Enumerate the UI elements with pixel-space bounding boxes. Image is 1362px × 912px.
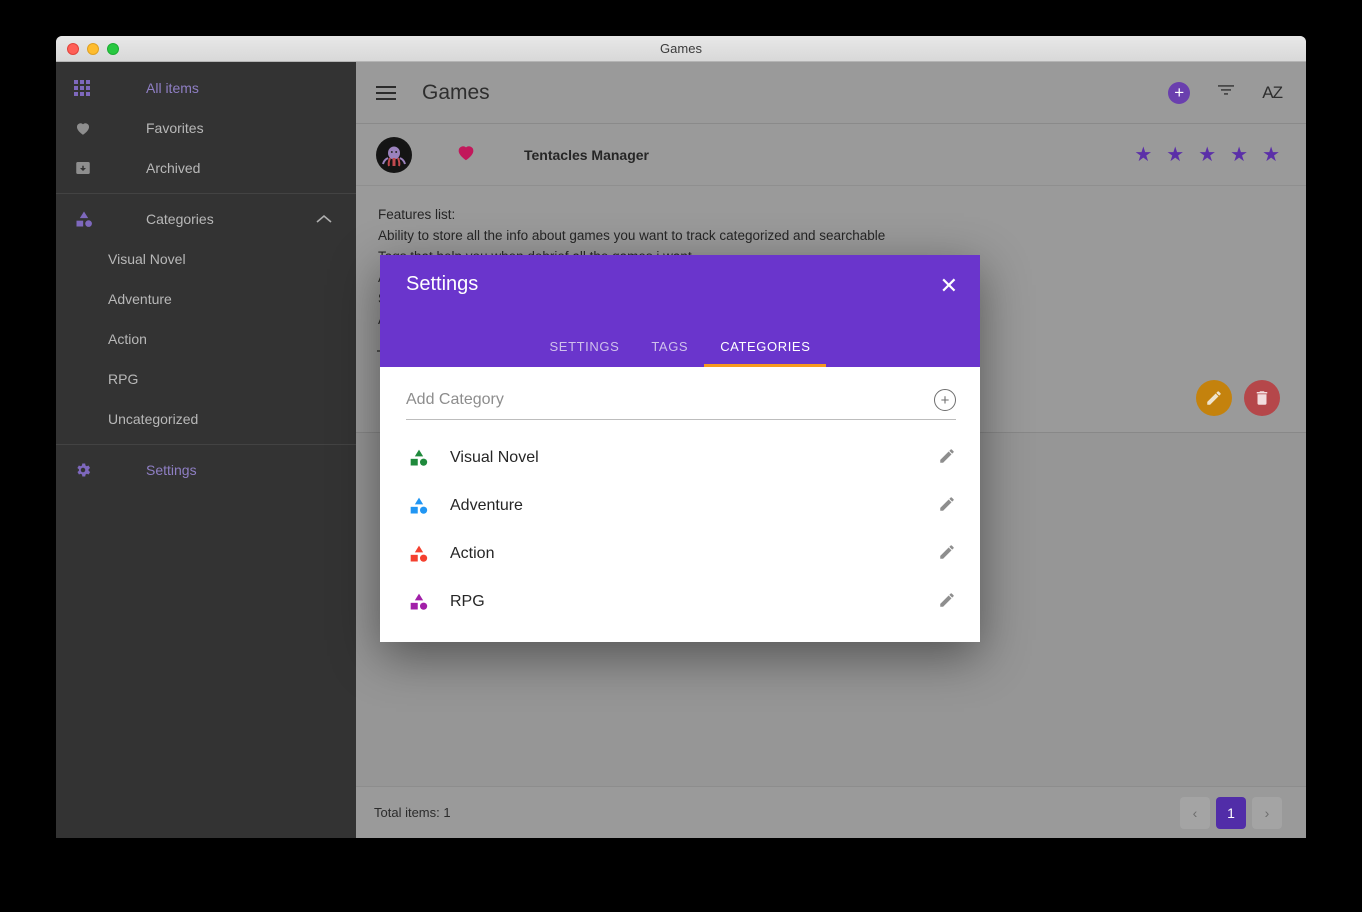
category-label: Adventure <box>450 497 523 514</box>
heart-icon <box>74 116 108 140</box>
pencil-icon[interactable] <box>938 495 956 518</box>
window-title: Games <box>660 41 702 56</box>
modal-tabs: SETTINGS TAGS CATEGORIES <box>380 339 980 367</box>
add-category-row: + <box>406 389 956 420</box>
shapes-icon <box>74 207 108 231</box>
octopus-avatar <box>376 136 412 173</box>
pagination: ‹ 1 › <box>1180 796 1282 829</box>
page-title: Games <box>422 80 490 104</box>
category-label: Visual Novel <box>450 449 539 466</box>
star-icon[interactable]: ★ <box>1166 142 1184 167</box>
modal-header: Settings ✕ SETTINGS TAGS CATEGORIES <box>380 255 980 367</box>
page-number-button[interactable]: 1 <box>1216 796 1246 829</box>
sidebar-subitem-label: Uncategorized <box>108 411 199 427</box>
sidebar-item-label: Archived <box>146 160 201 176</box>
sidebar-item-label: Categories <box>146 211 214 227</box>
sidebar-item-categories[interactable]: Categories <box>56 199 356 239</box>
header-actions: + AZ <box>1168 81 1283 104</box>
category-row[interactable]: RPG <box>406 578 956 626</box>
window-titlebar: Games <box>56 36 1306 62</box>
star-icon[interactable]: ★ <box>1198 142 1216 167</box>
sidebar-item-archived[interactable]: Archived <box>56 148 356 188</box>
pencil-icon[interactable] <box>938 543 956 566</box>
sidebar-item-visual-novel[interactable]: Visual Novel <box>56 239 356 279</box>
sidebar-item-favorites[interactable]: Favorites <box>56 108 356 148</box>
shapes-icon <box>406 544 432 564</box>
next-page-button[interactable]: › <box>1252 796 1282 829</box>
sidebar-subitem-label: Adventure <box>108 291 172 307</box>
prev-page-button[interactable]: ‹ <box>1180 796 1210 829</box>
footer-bar: Total items: 1 ‹ 1 › <box>356 786 1306 838</box>
item-title: Tentacles Manager <box>524 146 650 163</box>
modal-body: + Visual Novel <box>380 367 980 642</box>
archive-icon <box>74 156 108 180</box>
sidebar-item-all-items[interactable]: All items <box>56 68 356 108</box>
category-row[interactable]: Action <box>406 530 956 578</box>
star-icon[interactable]: ★ <box>1134 142 1152 167</box>
tab-tags[interactable]: TAGS <box>635 339 704 367</box>
shapes-icon <box>406 592 432 612</box>
sidebar-subitem-label: RPG <box>108 371 139 387</box>
sidebar-item-uncategorized[interactable]: Uncategorized <box>56 399 356 439</box>
filter-icon[interactable] <box>1216 82 1236 103</box>
tab-categories[interactable]: CATEGORIES <box>704 339 827 367</box>
sidebar-subitem-label: Action <box>108 331 147 347</box>
app-header: Games + AZ <box>356 62 1306 124</box>
description-line: Ability to store all the info about game… <box>378 228 886 243</box>
category-list: Visual Novel Adventure Action RPG <box>406 420 956 632</box>
add-category-button[interactable]: + <box>934 389 956 411</box>
sidebar-item-label: Settings <box>146 462 197 478</box>
sidebar-item-label: All items <box>146 80 199 96</box>
favorite-heart-icon[interactable] <box>454 141 478 169</box>
sidebar-subitem-label: Visual Novel <box>108 251 186 267</box>
category-row[interactable]: Visual Novel <box>406 434 956 482</box>
sidebar-item-rpg[interactable]: RPG <box>56 359 356 399</box>
total-items-label: Total items: 1 <box>374 805 451 820</box>
category-label: RPG <box>450 593 485 610</box>
settings-modal: Settings ✕ SETTINGS TAGS CATEGORIES + <box>380 255 980 642</box>
hamburger-icon[interactable] <box>376 82 396 104</box>
rating-stars[interactable]: ★ ★ ★ ★ ★ <box>1134 142 1280 167</box>
sort-az-button[interactable]: AZ <box>1262 83 1283 103</box>
gear-icon <box>74 458 108 482</box>
delete-item-button[interactable] <box>1244 380 1280 416</box>
item-row[interactable]: Tentacles Manager ★ ★ ★ ★ ★ <box>356 124 1306 186</box>
modal-title: Settings <box>406 273 479 295</box>
sidebar-item-action[interactable]: Action <box>56 319 356 359</box>
tab-settings[interactable]: SETTINGS <box>534 339 636 367</box>
sidebar-divider <box>56 444 356 445</box>
sidebar-divider <box>56 193 356 194</box>
star-icon[interactable]: ★ <box>1262 142 1280 167</box>
sidebar: All items Favorites Archived Categories … <box>56 62 356 838</box>
add-category-input[interactable] <box>406 391 934 409</box>
shapes-icon <box>406 496 432 516</box>
edit-item-button[interactable] <box>1196 380 1232 416</box>
sidebar-item-label: Favorites <box>146 120 204 136</box>
chevron-up-icon[interactable] <box>316 212 332 227</box>
grid-icon <box>74 76 108 100</box>
star-icon[interactable]: ★ <box>1230 142 1248 167</box>
sidebar-item-adventure[interactable]: Adventure <box>56 279 356 319</box>
sidebar-item-settings[interactable]: Settings <box>56 450 356 490</box>
close-icon[interactable]: ✕ <box>940 275 958 297</box>
category-label: Action <box>450 545 495 562</box>
description-line: Features list: <box>378 207 456 222</box>
shapes-icon <box>406 448 432 468</box>
pencil-icon[interactable] <box>938 447 956 470</box>
add-item-button[interactable]: + <box>1168 81 1191 104</box>
pencil-icon[interactable] <box>938 591 956 614</box>
category-row[interactable]: Adventure <box>406 482 956 530</box>
